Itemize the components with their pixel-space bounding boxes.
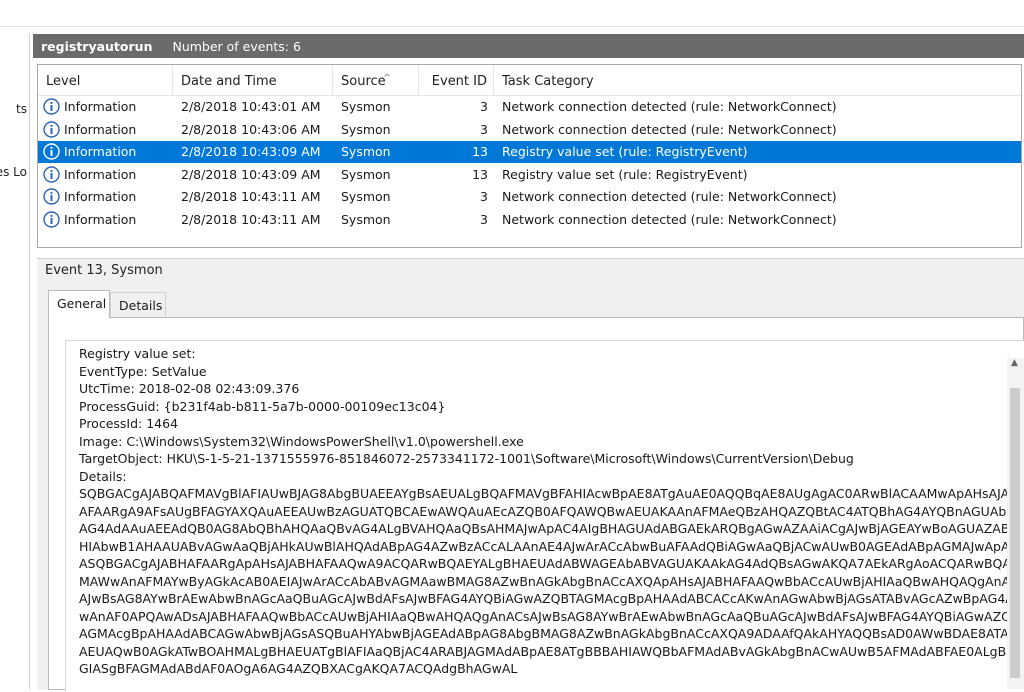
- message-line: TargetObject: HKU\S-1-5-21-1371555976-85…: [79, 451, 854, 466]
- general-tab-body: Registry value set: EventType: SetValue Ut…: [48, 317, 1024, 692]
- event-id-cell: 3: [480, 211, 488, 227]
- task-category-cell: Registry value set (rule: RegistryEvent): [502, 166, 748, 182]
- information-icon: [43, 165, 60, 183]
- event-id-cell: 3: [480, 121, 488, 137]
- event-id-cell: 13: [472, 166, 488, 182]
- information-icon: [43, 120, 60, 138]
- event-count: Number of events: 6: [172, 38, 301, 54]
- event-id-cell: 3: [480, 189, 488, 204]
- level-cell: Information: [64, 99, 137, 114]
- message-line: UtcTime: 2018-02-08 02:43:09.376: [79, 381, 300, 396]
- table-row[interactable]: Information 2/8/2018 10:43:01 AM Sysmon 3 Ne…: [38, 96, 1021, 118]
- information-icon: [43, 210, 60, 228]
- table-row[interactable]: Information 2/8/2018 10:43:11 AM Sysmon 3 Ne…: [38, 186, 1021, 208]
- source-cell: Sysmon: [341, 144, 391, 159]
- table-row[interactable]: Information 2/8/2018 10:43:11 AM Sysmon 3 Ne…: [38, 209, 1021, 231]
- column-header-level[interactable]: Level: [38, 65, 173, 95]
- source-cell: Sysmon: [341, 99, 391, 114]
- scroll-up-arrow-icon[interactable]: ▲: [1011, 358, 1018, 368]
- column-header-date-and-time[interactable]: ^ Date and Time: [173, 65, 391, 95]
- level-cell: Information: [64, 189, 137, 204]
- column-headers: Level ^ Date and Time Source Event ID Ta…: [38, 65, 1021, 96]
- datetime-cell: 2/8/2018 10:43:11 AM: [181, 189, 321, 204]
- details-value: SQBGACgAJABQAFMAVgBlAFIAUwBJAG8AbgBUAEEA…: [79, 486, 1024, 676]
- source-cell: Sysmon: [341, 121, 391, 137]
- table-row[interactable]: Information 2/8/2018 10:43:09 AM Sysmon 13 R…: [38, 164, 1021, 186]
- events-list: Level ^ Date and Time Source Event ID Ta…: [37, 64, 1022, 248]
- information-icon: [43, 143, 60, 160]
- log-header-bar: registryautorun Number of events: 6: [33, 34, 1024, 58]
- message-line: EventType: SetValue: [79, 363, 207, 379]
- event-detail-panel: Event 13, Sysmon General Details Registr…: [37, 258, 1024, 692]
- tab-general[interactable]: General: [48, 290, 110, 318]
- datetime-cell: 2/8/2018 10:43:09 AM: [181, 166, 321, 182]
- event-id-cell: 3: [480, 99, 488, 114]
- datetime-cell: 2/8/2018 10:43:09 AM: [181, 144, 321, 159]
- source-cell: Sysmon: [341, 211, 391, 227]
- table-row[interactable]: Information 2/8/2018 10:43:09 AM Sysmon 13 R…: [38, 141, 1021, 163]
- message-line: ProcessId: 1464: [79, 416, 179, 431]
- message-line: ProcessGuid: {b231f4ab-b811-5a7b-0000-00…: [79, 398, 446, 414]
- task-category-cell: Network connection detected (rule: Netwo…: [502, 121, 837, 137]
- information-icon: [43, 188, 60, 205]
- task-category-cell: Network connection detected (rule: Netwo…: [502, 189, 837, 204]
- event-message-box[interactable]: Registry value set: EventType: SetValue Ut…: [65, 340, 1024, 692]
- datetime-cell: 2/8/2018 10:43:06 AM: [181, 121, 321, 137]
- source-cell: Sysmon: [341, 166, 391, 182]
- table-row[interactable]: Information 2/8/2018 10:43:06 AM Sysmon 3 Ne…: [38, 119, 1021, 141]
- level-cell: Information: [64, 211, 137, 227]
- level-cell: Information: [64, 166, 137, 182]
- source-cell: Sysmon: [341, 189, 391, 204]
- task-category-cell: Network connection detected (rule: Netwo…: [502, 211, 837, 227]
- scroll-thumb[interactable]: [1010, 388, 1020, 678]
- level-cell: Information: [64, 121, 137, 137]
- message-scrollbar[interactable]: ▲: [1007, 358, 1024, 689]
- message-line: Image: C:\Windows\System32\WindowsPowerS…: [79, 433, 524, 449]
- datetime-cell: 2/8/2018 10:43:11 AM: [181, 211, 321, 227]
- left-navigation-pane: ts es Lo: [0, 34, 30, 689]
- task-category-cell: Network connection detected (rule: Netwo…: [502, 99, 837, 114]
- column-header-source[interactable]: Source: [333, 65, 419, 95]
- event-id-cell: 13: [472, 144, 488, 159]
- level-cell: Information: [64, 144, 137, 159]
- column-header-task-category[interactable]: Task Category: [494, 65, 1021, 95]
- message-line: Registry value set:: [79, 346, 196, 361]
- top-strip: [0, 0, 1024, 27]
- event-message-lines: Registry value set: EventType: SetValue Ut…: [66, 345, 1024, 678]
- detail-title: Event 13, Sysmon: [45, 263, 163, 278]
- tab-details[interactable]: Details: [110, 292, 166, 318]
- column-header-event-id[interactable]: Event ID: [419, 65, 494, 95]
- log-name: registryautorun: [41, 38, 153, 54]
- message-line: Details:: [79, 468, 127, 484]
- datetime-cell: 2/8/2018 10:43:01 AM: [181, 99, 321, 114]
- task-category-cell: Registry value set (rule: RegistryEvent): [502, 144, 748, 159]
- information-icon: [43, 98, 60, 115]
